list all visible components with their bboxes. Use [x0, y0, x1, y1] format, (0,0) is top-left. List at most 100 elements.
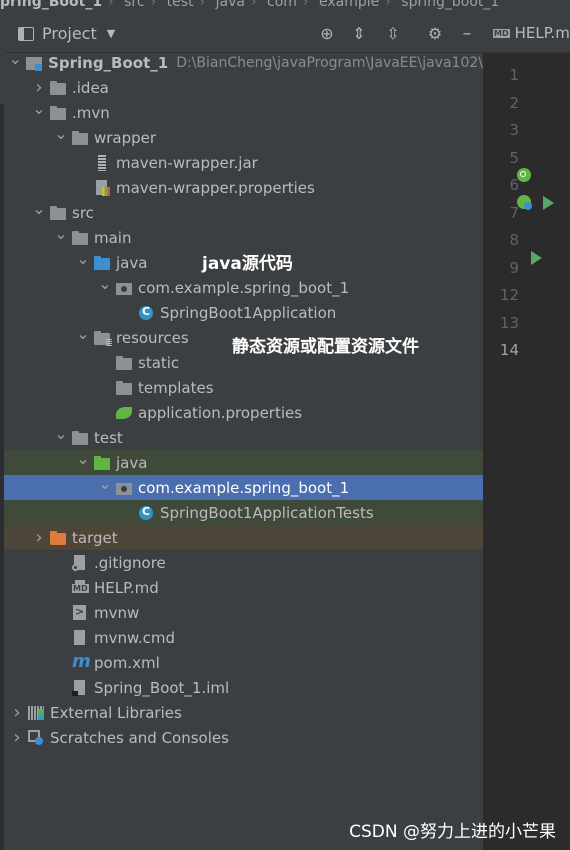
collapse-all-icon[interactable]: ⇳: [382, 22, 404, 44]
tree-item-label: .gitignore: [94, 553, 166, 572]
pkg-icon: [116, 480, 132, 496]
tree-item[interactable]: SpringBoot1ApplicationTests: [4, 500, 483, 525]
tree-item[interactable]: › External Libraries: [4, 700, 483, 725]
project-tool-window: Project ▼ ⊕ ⇕ ⇳ ⚙ – ⌄ Spring_Boot_1 D:\Bia…: [4, 14, 483, 850]
line-number: 7: [509, 203, 519, 222]
chevron-down-icon[interactable]: ⌄: [54, 124, 68, 143]
locate-icon[interactable]: ⊕: [316, 22, 338, 44]
chevron-down-icon[interactable]: ⌄: [54, 424, 68, 443]
folder-icon: [72, 430, 88, 446]
line-number: 6: [509, 176, 519, 194]
tree-item[interactable]: › .idea: [4, 75, 483, 100]
project-view-selector[interactable]: Project ▼: [18, 24, 115, 43]
chevron-down-icon[interactable]: ⌄: [32, 99, 46, 118]
tree-item[interactable]: › target: [4, 525, 483, 550]
breadcrumb-item[interactable]: com: [267, 0, 297, 10]
chevron-down-icon[interactable]: ⌄: [32, 199, 46, 218]
tree-item-label: SpringBoot1ApplicationTests: [160, 503, 374, 522]
line-number: 3: [509, 121, 519, 139]
chevron-right-icon[interactable]: ›: [10, 702, 24, 723]
chevron-down-icon[interactable]: ⌄: [76, 324, 90, 343]
chevron-down-icon[interactable]: ⌄: [76, 249, 90, 268]
breadcrumb-item[interactable]: example: [319, 0, 379, 10]
tree-item[interactable]: Spring_Boot_1.iml: [4, 675, 483, 700]
expand-all-icon[interactable]: ⇕: [348, 22, 370, 44]
breadcrumb-separator: ›: [250, 0, 257, 10]
line-number: 1: [509, 66, 519, 84]
hide-icon[interactable]: –: [456, 22, 478, 44]
breadcrumb-item[interactable]: spring_boot_1: [401, 0, 499, 10]
line-number: 12: [499, 286, 519, 304]
chevron-down-icon[interactable]: ⌄: [98, 274, 112, 293]
module-icon: [26, 55, 43, 71]
run-icon[interactable]: [531, 251, 542, 265]
folder-res-icon: [94, 330, 112, 346]
tree-item[interactable]: maven-wrapper.jar: [4, 150, 483, 175]
tree-item[interactable]: ⌄ main: [4, 224, 483, 250]
breadcrumb-item[interactable]: java: [216, 0, 245, 10]
folder-icon: [72, 230, 88, 246]
tree-item-label: templates: [138, 378, 214, 397]
breadcrumb-item[interactable]: src: [124, 0, 144, 10]
breadcrumb-item[interactable]: test: [167, 0, 194, 10]
tree-item[interactable]: maven-wrapper.properties: [4, 175, 483, 200]
folder-icon: [72, 130, 88, 146]
chevron-right-icon[interactable]: ›: [32, 527, 46, 548]
file-icon: [72, 629, 88, 646]
chevron-down-icon[interactable]: ⌄: [54, 224, 68, 243]
tree-item[interactable]: application.properties: [4, 400, 483, 425]
chevron-down-icon[interactable]: ⌄: [98, 474, 112, 493]
watermark: CSDN @努力上进的小芒果: [349, 822, 556, 842]
gear-icon[interactable]: ⚙: [424, 22, 446, 44]
tree-item[interactable]: ⌄ .mvn: [4, 99, 483, 125]
scratch-icon: [28, 729, 44, 746]
tree-item[interactable]: templates: [4, 375, 483, 400]
breadcrumb-separator: ›: [150, 0, 157, 10]
project-panel-title: Project: [42, 24, 97, 43]
folder-icon: [50, 105, 66, 121]
gitignore-icon: [72, 554, 88, 571]
breadcrumb-separator: ›: [302, 0, 309, 10]
breadcrumb-separator: ›: [199, 0, 206, 10]
chevron-down-icon[interactable]: ⌄: [76, 449, 90, 468]
tree-item[interactable]: SpringBoot1Application: [4, 300, 483, 325]
chevron-right-icon[interactable]: ›: [32, 77, 46, 98]
tree-item[interactable]: ⌄ src: [4, 199, 483, 225]
chevron-down-icon[interactable]: ⌄: [9, 49, 22, 68]
tree-item[interactable]: mvnw: [4, 600, 483, 625]
tree-item[interactable]: ⌄ test: [4, 424, 483, 450]
tree-item[interactable]: › Scratches and Consoles: [4, 725, 483, 750]
tree-item[interactable]: mvnw.cmd: [4, 625, 483, 650]
tree-item[interactable]: ⌄ java: [4, 449, 483, 475]
term-icon: [72, 604, 88, 621]
run-icon[interactable]: [543, 196, 554, 210]
tree-item[interactable]: ⌄ wrapper: [4, 124, 483, 150]
tree-item[interactable]: ⌄ com.example.spring_boot_1: [4, 474, 483, 500]
tree-item-label: pom.xml: [94, 653, 160, 672]
tree-item-label: .idea: [72, 78, 109, 97]
chevron-right-icon[interactable]: ›: [10, 727, 24, 748]
tree-item[interactable]: HELP.md: [4, 575, 483, 600]
editor-area: MD HELP.m 1 2 3 5 6 7 8 9 12 13 14: [483, 14, 570, 850]
breadcrumb-item[interactable]: pring_Boot_1: [0, 0, 102, 10]
line-number: 14: [499, 341, 519, 359]
tree-item[interactable]: ⌄ Spring_Boot_1 D:\BianCheng\javaProgram\J…: [4, 49, 483, 75]
editor-tab-help-md[interactable]: MD HELP.m: [493, 24, 570, 42]
tree-item-label: static: [138, 353, 180, 372]
tree-item-label: maven-wrapper.jar: [116, 153, 258, 172]
tree-item-label: test: [94, 428, 123, 447]
tree-item[interactable]: ⌄ com.example.spring_boot_1: [4, 274, 483, 300]
breadcrumb-separator: ›: [385, 0, 391, 10]
folder-icon: [50, 80, 66, 96]
tree-item-label: main: [94, 228, 132, 247]
breadcrumb-separator: ›: [108, 0, 114, 10]
jar-icon: [94, 154, 110, 171]
spring-boot-app-icon[interactable]: [517, 195, 533, 211]
spring-leaf-icon: [116, 405, 132, 421]
m-icon-icon: [72, 651, 91, 672]
spring-bean-search-icon[interactable]: [517, 168, 533, 184]
tree-item[interactable]: pom.xml: [4, 650, 483, 675]
editor-tab-label: HELP.m: [514, 24, 570, 42]
tree-item[interactable]: .gitignore: [4, 550, 483, 575]
libs-icon: [28, 705, 44, 721]
